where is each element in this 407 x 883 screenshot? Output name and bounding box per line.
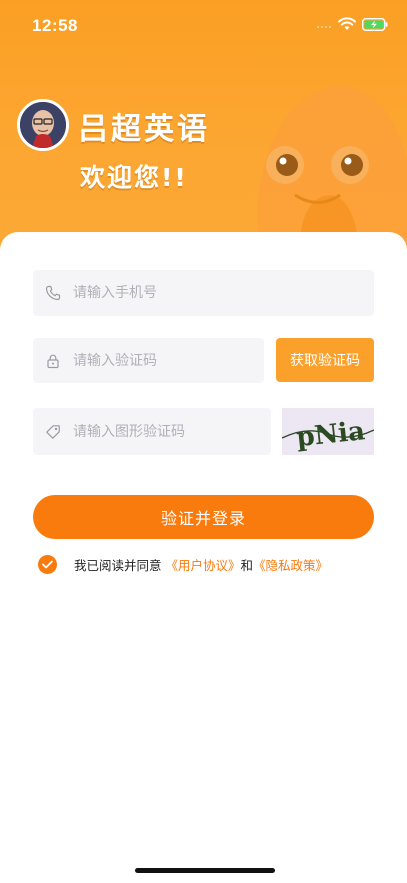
agreement-conjunction: 和	[240, 557, 254, 573]
battery-charging-icon	[362, 18, 388, 31]
phone-field[interactable]	[33, 270, 374, 316]
home-indicator	[135, 868, 275, 873]
sms-code-input[interactable]	[73, 338, 264, 383]
avatar	[17, 99, 69, 151]
sms-code-field[interactable]	[33, 338, 264, 383]
lock-icon	[47, 354, 59, 368]
welcome-text: 欢迎您!!	[80, 163, 188, 192]
get-code-button[interactable]: 获取验证码	[276, 338, 374, 382]
login-button[interactable]: 验证并登录	[33, 495, 374, 539]
tag-icon	[46, 424, 60, 439]
brand-title: 吕超英语	[78, 112, 210, 147]
wifi-icon	[338, 17, 356, 30]
check-icon	[42, 560, 53, 568]
header-banner: 12:58 吕超英语 欢迎您!!	[0, 0, 407, 260]
agree-checkbox[interactable]	[38, 554, 57, 574]
status-bar: 12:58	[0, 0, 407, 52]
agreement-row: 我已阅读并同意 《用户协议》和《隐私政策》	[38, 553, 328, 575]
mascot-illustration	[257, 86, 407, 240]
phone-input[interactable]	[73, 270, 374, 316]
privacy-policy-link[interactable]: 《隐私政策》	[253, 558, 328, 573]
agreement-text: 我已阅读并同意 《用户协议》和《隐私政策》	[74, 555, 328, 574]
phone-icon	[45, 285, 61, 301]
agreement-prefix: 我已阅读并同意	[74, 557, 162, 573]
captcha-field[interactable]	[33, 408, 271, 455]
user-agreement-link[interactable]: 《用户协议》	[166, 558, 241, 573]
captcha-input[interactable]	[73, 408, 271, 455]
signal-dots-icon	[317, 26, 333, 30]
status-time: 12:58	[32, 16, 78, 35]
captcha-image[interactable]: pNia	[282, 408, 374, 455]
